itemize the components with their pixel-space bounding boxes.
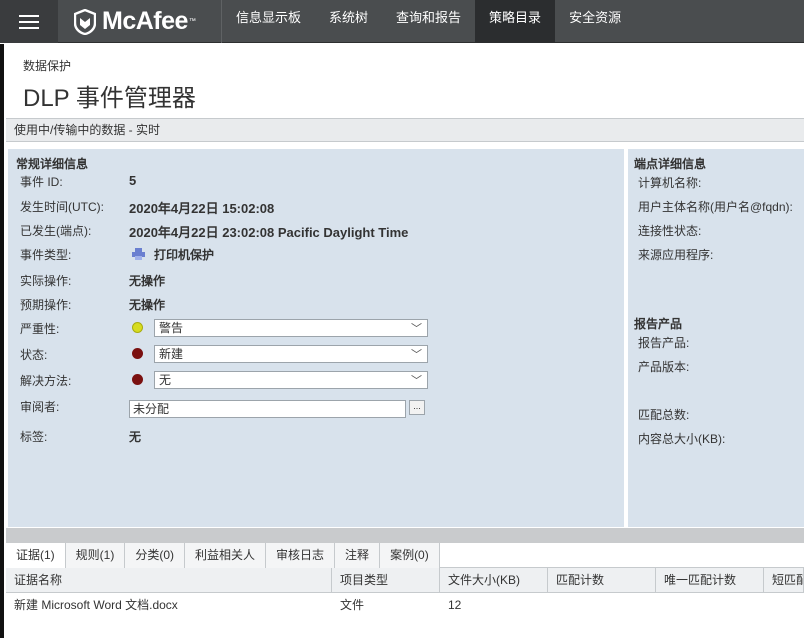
chevron-down-icon: ﹀ — [411, 323, 422, 335]
tab-stakeholders[interactable]: 利益相关人 — [185, 543, 267, 568]
resolution-select[interactable]: 无 ﹀ — [154, 371, 428, 389]
nav-dashboard[interactable]: 信息显示板 — [222, 0, 315, 43]
splitter-bar[interactable] — [6, 528, 804, 543]
evidence-table: 证据名称 项目类型 文件大小(KB) 匹配计数 唯一匹配计数 短匹配 新建 Mi… — [6, 568, 804, 618]
tab-comments[interactable]: 注释 — [335, 543, 381, 568]
mcafee-shield-icon — [74, 8, 96, 35]
detail-tabs: 证据(1) 规则(1) 分类(0) 利益相关人 审核日志 注释 案例(0) — [6, 543, 804, 568]
nav-policy-catalog[interactable]: 策略目录 — [475, 0, 556, 43]
breadcrumb[interactable]: 数据保护 — [23, 57, 71, 74]
severity-indicator-icon — [132, 322, 143, 333]
event-id-value: 5 — [129, 173, 137, 188]
general-details-panel: 常规详细信息 事件 ID: 5 发生时间(UTC): 2020年4月22日 15… — [8, 149, 624, 527]
table-cell — [548, 593, 656, 618]
severity-label: 严重性: — [20, 322, 60, 336]
event-type-value: 打印机保护 — [154, 248, 215, 262]
status-select[interactable]: 新建 ﹀ — [154, 345, 428, 363]
table-cell: 新建 Microsoft Word 文档.docx — [14, 598, 178, 612]
brand-name: McAfee — [102, 7, 188, 35]
actual-action-label: 实际操作: — [20, 274, 72, 288]
time-endpoint-value: 2020年4月22日 23:02:08 Pacific Daylight Tim… — [129, 225, 409, 240]
report-product-title: 报告产品 — [634, 317, 683, 331]
table-cell: 12 — [448, 598, 462, 612]
column-header[interactable]: 文件大小(KB) — [440, 568, 548, 593]
user-principal-label: 用户主体名称(用户名@fqdn): — [638, 200, 793, 214]
match-count-label: 匹配总数: — [638, 408, 690, 422]
time-utc-label: 发生时间(UTC): — [20, 200, 104, 214]
column-header[interactable]: 短匹配 — [764, 568, 804, 593]
tab-classification[interactable]: 分类(0) — [125, 543, 186, 568]
computer-name-label: 计算机名称: — [638, 176, 702, 190]
resolution-indicator-icon — [132, 374, 143, 385]
column-header[interactable]: 项目类型 — [332, 568, 440, 593]
tab-evidence[interactable]: 证据(1) — [6, 543, 66, 568]
sub-header: 使用中/传输中的数据 - 实时 — [6, 118, 804, 142]
status-indicator-icon — [132, 348, 143, 359]
resolution-label: 解决方法: — [20, 374, 72, 388]
brand-logo[interactable]: McAfee ™ — [74, 7, 196, 36]
page-title: DLP 事件管理器 — [23, 85, 196, 112]
tab-rules[interactable]: 规则(1) — [65, 543, 126, 568]
time-utc-value: 2020年4月22日 15:02:08 — [129, 201, 275, 216]
nav-system-tree[interactable]: 系统树 — [315, 0, 382, 43]
reviewer-input[interactable]: 未分配 — [129, 400, 406, 418]
expected-action-value: 无操作 — [129, 298, 166, 312]
window-edge — [0, 44, 4, 638]
column-header[interactable]: 唯一匹配计数 — [656, 568, 764, 593]
main-nav: 信息显示板 系统树 查询和报告 策略目录 安全资源 — [222, 0, 635, 43]
status-label: 状态: — [20, 348, 48, 362]
tab-cases[interactable]: 案例(0) — [380, 543, 440, 568]
actual-action-value: 无操作 — [129, 274, 166, 288]
general-details-title: 常规详细信息 — [16, 157, 89, 171]
report-product-label: 报告产品: — [638, 336, 690, 350]
menu-icon[interactable] — [0, 0, 58, 43]
table-cell — [656, 593, 764, 618]
endpoint-details-panel: 端点详细信息 计算机名称: 用户主体名称(用户名@fqdn): 连接性状态: 来… — [628, 149, 804, 527]
nav-security-resources[interactable]: 安全资源 — [555, 0, 635, 43]
table-cell: 文件 — [340, 598, 365, 612]
event-id-label: 事件 ID: — [20, 175, 63, 189]
tab-audit-log[interactable]: 审核日志 — [266, 543, 336, 568]
expected-action-label: 预期操作: — [20, 298, 72, 312]
reviewer-label: 审阅者: — [20, 400, 60, 414]
column-header[interactable]: 证据名称 — [6, 568, 332, 593]
reviewer-browse-button[interactable]: ... — [409, 400, 425, 415]
top-navigation: McAfee ™ 信息显示板 系统树 查询和报告 策略目录 安全资源 — [0, 0, 804, 43]
table-cell — [764, 593, 804, 618]
tags-label: 标签: — [20, 430, 48, 444]
column-header[interactable]: 匹配计数 — [548, 568, 656, 593]
time-endpoint-label: 已发生(端点): — [20, 224, 92, 238]
severity-select[interactable]: 警告 ﹀ — [154, 319, 428, 337]
table-row[interactable]: 新建 Microsoft Word 文档.docx 文件 12 — [6, 593, 804, 618]
connectivity-label: 连接性状态: — [638, 224, 702, 238]
table-header: 证据名称 项目类型 文件大小(KB) 匹配计数 唯一匹配计数 短匹配 — [6, 568, 804, 593]
content-size-label: 内容总大小(KB): — [638, 432, 726, 446]
chevron-down-icon: ﹀ — [411, 375, 422, 387]
product-version-label: 产品版本: — [638, 360, 690, 374]
printer-icon — [132, 248, 145, 260]
event-type-label: 事件类型: — [20, 248, 72, 262]
chevron-down-icon: ﹀ — [411, 349, 422, 361]
nav-queries-reports[interactable]: 查询和报告 — [382, 0, 475, 43]
source-app-label: 来源应用程序: — [638, 248, 714, 262]
endpoint-details-title: 端点详细信息 — [634, 157, 707, 171]
tags-value: 无 — [129, 430, 142, 444]
